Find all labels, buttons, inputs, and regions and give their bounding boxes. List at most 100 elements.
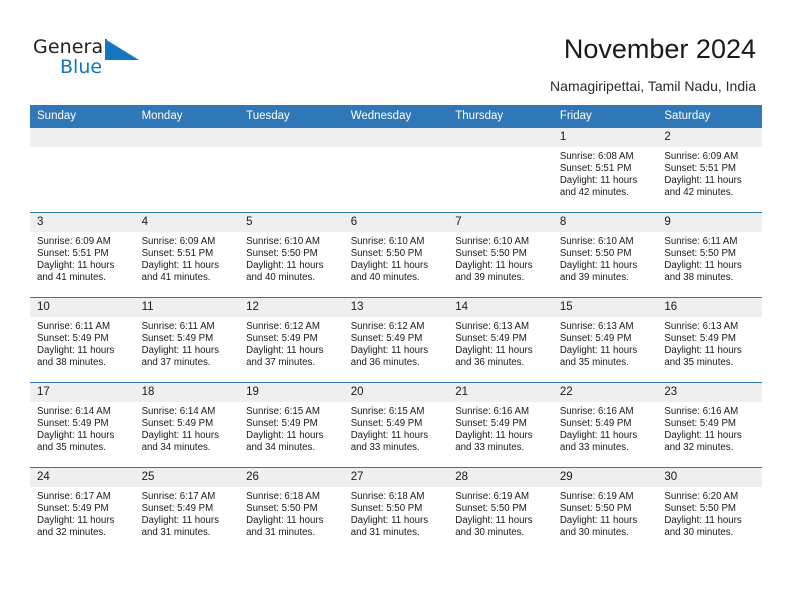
day-sun-info: Sunrise: 6:20 AM Sunset: 5:50 PM Daylight:… xyxy=(657,487,762,539)
page-subtitle: Namagiripettai, Tamil Nadu, India xyxy=(550,78,756,94)
sunrise-text: Sunrise: 6:14 AM xyxy=(37,406,111,417)
sunset-text: Sunset: 5:50 PM xyxy=(664,503,736,515)
calendar-day-cell[interactable]: 22 Sunrise: 6:16 AM Sunset: 5:49 PM Dayligh… xyxy=(552,382,658,468)
sunset-text: Sunset: 5:50 PM xyxy=(559,248,632,260)
sunrise-text: Sunrise: 6:18 AM xyxy=(246,491,320,502)
brand-logo[interactable]: General Blue xyxy=(33,36,153,82)
day-number xyxy=(30,128,135,147)
day-sun-info: Sunrise: 6:13 AM Sunset: 5:49 PM Daylight:… xyxy=(657,317,762,369)
day-number: 12 xyxy=(239,298,344,317)
sunset-text: Sunset: 5:49 PM xyxy=(37,418,109,430)
calendar-day-cell[interactable]: 20 Sunrise: 6:15 AM Sunset: 5:49 PM Dayligh… xyxy=(343,382,449,468)
day-sun-info: Sunrise: 6:19 AM Sunset: 5:50 PM Daylight:… xyxy=(448,487,553,539)
calendar-cell-inner xyxy=(239,128,344,212)
calendar-cell-inner: 2 Sunrise: 6:09 AM Sunset: 5:51 PM Daylight… xyxy=(657,128,762,212)
sunrise-text: Sunrise: 6:09 AM xyxy=(141,236,216,247)
sunrise-text: Sunrise: 6:09 AM xyxy=(664,151,739,162)
page-title: November 2024 xyxy=(563,34,756,64)
sunset-text: Sunset: 5:49 PM xyxy=(664,333,736,345)
calendar-cell-inner xyxy=(134,128,240,212)
weekday-header-wednesday: Wednesday xyxy=(343,105,449,128)
calendar-day-cell[interactable]: 14 Sunrise: 6:13 AM Sunset: 5:49 PM Dayligh… xyxy=(448,297,553,383)
day-number: 15 xyxy=(552,298,658,317)
day-sun-info: Sunrise: 6:19 AM Sunset: 5:50 PM Daylight:… xyxy=(553,487,658,539)
daylight-text: Daylight: 11 hours and 39 minutes. xyxy=(559,260,638,284)
calendar-day-cell[interactable]: 25 Sunrise: 6:17 AM Sunset: 5:49 PM Dayligh… xyxy=(134,467,240,552)
calendar-cell-inner: 30 Sunrise: 6:20 AM Sunset: 5:50 PM Dayligh… xyxy=(657,468,762,552)
day-number: 5 xyxy=(239,213,344,232)
sunset-text: Sunset: 5:50 PM xyxy=(455,248,527,260)
calendar-day-cell[interactable]: 24 Sunrise: 6:17 AM Sunset: 5:49 PM Dayligh… xyxy=(30,467,135,552)
daylight-text: Daylight: 11 hours and 42 minutes. xyxy=(559,175,638,199)
calendar-day-cell[interactable]: 9 Sunrise: 6:11 AM Sunset: 5:50 PM Daylight… xyxy=(657,212,762,298)
sunrise-text: Sunrise: 6:15 AM xyxy=(246,406,320,417)
page-header: General Blue November 2024 Namagiripetta… xyxy=(0,0,792,100)
calendar-cell-empty xyxy=(239,127,344,213)
calendar-day-cell[interactable]: 17 Sunrise: 6:14 AM Sunset: 5:49 PM Dayligh… xyxy=(30,382,135,468)
daylight-text: Daylight: 11 hours and 34 minutes. xyxy=(246,430,324,454)
calendar-day-cell[interactable]: 6 Sunrise: 6:10 AM Sunset: 5:50 PM Daylight… xyxy=(343,212,449,298)
calendar-day-cell[interactable]: 8 Sunrise: 6:10 AM Sunset: 5:50 PM Daylight… xyxy=(552,212,658,298)
calendar-day-cell[interactable]: 18 Sunrise: 6:14 AM Sunset: 5:49 PM Dayligh… xyxy=(134,382,240,468)
calendar-day-cell[interactable]: 10 Sunrise: 6:11 AM Sunset: 5:49 PM Dayligh… xyxy=(30,297,135,383)
day-sun-info: Sunrise: 6:18 AM Sunset: 5:50 PM Daylight:… xyxy=(239,487,344,539)
calendar-day-cell[interactable]: 11 Sunrise: 6:11 AM Sunset: 5:49 PM Dayligh… xyxy=(134,297,240,383)
calendar-cell-empty xyxy=(448,127,553,213)
calendar-day-cell[interactable]: 16 Sunrise: 6:13 AM Sunset: 5:49 PM Dayligh… xyxy=(657,297,762,383)
calendar-cell-inner: 29 Sunrise: 6:19 AM Sunset: 5:50 PM Dayligh… xyxy=(552,468,658,552)
calendar-day-cell[interactable]: 15 Sunrise: 6:13 AM Sunset: 5:49 PM Dayligh… xyxy=(552,297,658,383)
calendar-day-cell[interactable]: 2 Sunrise: 6:09 AM Sunset: 5:51 PM Daylight… xyxy=(657,127,762,213)
calendar-day-cell[interactable]: 26 Sunrise: 6:18 AM Sunset: 5:50 PM Dayligh… xyxy=(239,467,344,552)
daylight-text: Daylight: 11 hours and 40 minutes. xyxy=(350,260,429,284)
calendar-day-cell[interactable]: 5 Sunrise: 6:10 AM Sunset: 5:50 PM Daylight… xyxy=(239,212,344,298)
daylight-text: Daylight: 11 hours and 41 minutes. xyxy=(37,260,115,284)
calendar-cell-inner: 23 Sunrise: 6:16 AM Sunset: 5:49 PM Dayligh… xyxy=(657,383,762,467)
calendar-weekday-header: Sunday Monday Tuesday Wednesday Thursday… xyxy=(30,105,762,128)
calendar-day-cell[interactable]: 13 Sunrise: 6:12 AM Sunset: 5:49 PM Dayligh… xyxy=(343,297,449,383)
calendar-cell-inner: 24 Sunrise: 6:17 AM Sunset: 5:49 PM Dayligh… xyxy=(30,468,135,552)
day-number: 21 xyxy=(448,383,553,402)
sunset-text: Sunset: 5:49 PM xyxy=(455,418,527,430)
day-number: 19 xyxy=(239,383,344,402)
sunset-text: Sunset: 5:49 PM xyxy=(664,418,736,430)
day-number: 17 xyxy=(30,383,135,402)
sunrise-text: Sunrise: 6:16 AM xyxy=(455,406,530,417)
sunrise-text: Sunrise: 6:09 AM xyxy=(37,236,111,247)
sunset-text: Sunset: 5:50 PM xyxy=(559,503,632,515)
calendar-day-cell[interactable]: 23 Sunrise: 6:16 AM Sunset: 5:49 PM Dayligh… xyxy=(657,382,762,468)
calendar-day-cell[interactable]: 27 Sunrise: 6:18 AM Sunset: 5:50 PM Dayligh… xyxy=(343,467,449,552)
day-number: 11 xyxy=(134,298,240,317)
day-number: 20 xyxy=(343,383,449,402)
calendar-day-cell[interactable]: 3 Sunrise: 6:09 AM Sunset: 5:51 PM Daylight… xyxy=(30,212,135,298)
weekday-header-saturday: Saturday xyxy=(657,105,762,128)
calendar-cell-inner: 17 Sunrise: 6:14 AM Sunset: 5:49 PM Dayligh… xyxy=(30,383,135,467)
calendar-day-cell[interactable]: 19 Sunrise: 6:15 AM Sunset: 5:49 PM Dayligh… xyxy=(239,382,344,468)
daylight-text: Daylight: 11 hours and 32 minutes. xyxy=(37,515,115,539)
day-number: 22 xyxy=(552,383,658,402)
daylight-text: Daylight: 11 hours and 38 minutes. xyxy=(664,260,742,284)
day-number: 28 xyxy=(448,468,553,487)
sunrise-text: Sunrise: 6:16 AM xyxy=(664,406,739,417)
calendar-cell-inner: 13 Sunrise: 6:12 AM Sunset: 5:49 PM Dayligh… xyxy=(343,298,449,382)
calendar-day-cell[interactable]: 7 Sunrise: 6:10 AM Sunset: 5:50 PM Daylight… xyxy=(448,212,553,298)
sunrise-text: Sunrise: 6:17 AM xyxy=(141,491,216,502)
calendar-day-cell[interactable]: 30 Sunrise: 6:20 AM Sunset: 5:50 PM Dayligh… xyxy=(657,467,762,552)
calendar-day-cell[interactable]: 4 Sunrise: 6:09 AM Sunset: 5:51 PM Daylight… xyxy=(134,212,240,298)
calendar-day-cell[interactable]: 28 Sunrise: 6:19 AM Sunset: 5:50 PM Dayligh… xyxy=(448,467,553,552)
daylight-text: Daylight: 11 hours and 31 minutes. xyxy=(141,515,219,539)
calendar-day-cell[interactable]: 21 Sunrise: 6:16 AM Sunset: 5:49 PM Dayligh… xyxy=(448,382,553,468)
day-number: 30 xyxy=(657,468,762,487)
calendar-day-cell[interactable]: 29 Sunrise: 6:19 AM Sunset: 5:50 PM Dayligh… xyxy=(552,467,658,552)
brand-name-general: General xyxy=(33,36,109,58)
sunrise-text: Sunrise: 6:10 AM xyxy=(455,236,530,247)
calendar-cell-inner: 22 Sunrise: 6:16 AM Sunset: 5:49 PM Dayligh… xyxy=(552,383,658,467)
calendar-day-cell[interactable]: 12 Sunrise: 6:12 AM Sunset: 5:49 PM Dayligh… xyxy=(239,297,344,383)
sunset-text: Sunset: 5:49 PM xyxy=(37,503,109,515)
sunset-text: Sunset: 5:49 PM xyxy=(37,333,109,345)
calendar-day-cell[interactable]: 1 Sunrise: 6:08 AM Sunset: 5:51 PM Daylight… xyxy=(552,127,658,213)
calendar-body: 1 Sunrise: 6:08 AM Sunset: 5:51 PM Daylight… xyxy=(30,127,762,552)
calendar-cell-inner xyxy=(30,128,135,212)
calendar-cell-inner: 20 Sunrise: 6:15 AM Sunset: 5:49 PM Dayligh… xyxy=(343,383,449,467)
calendar-cell-inner: 10 Sunrise: 6:11 AM Sunset: 5:49 PM Dayligh… xyxy=(30,298,135,382)
calendar-cell-inner: 28 Sunrise: 6:19 AM Sunset: 5:50 PM Dayligh… xyxy=(448,468,553,552)
